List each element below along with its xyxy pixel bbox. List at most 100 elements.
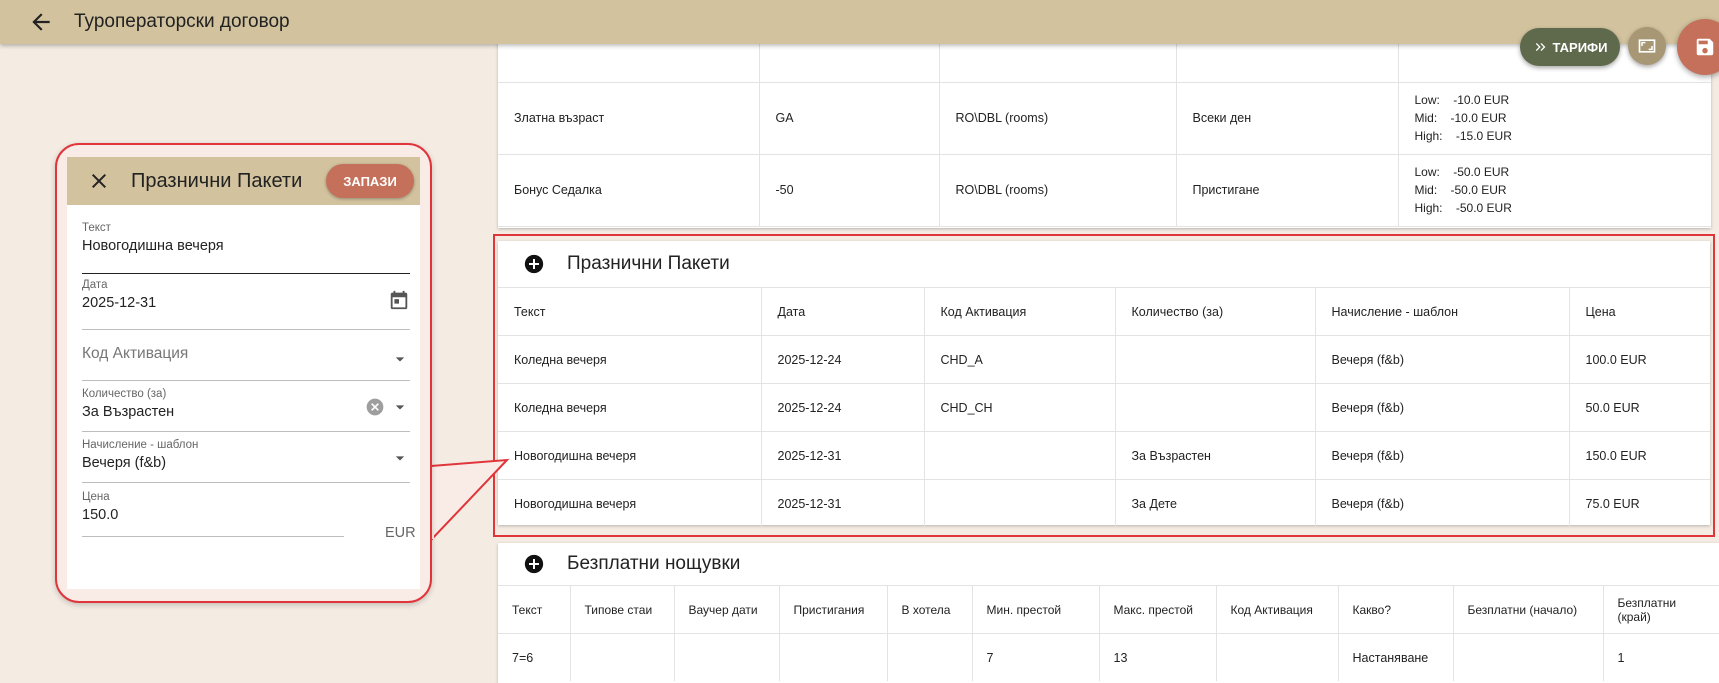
price-level-label: Low:	[1414, 93, 1440, 107]
column-header[interactable]: Количество (за)	[1115, 288, 1316, 336]
quantity-select[interactable]: Количество (за) За Възрастен	[82, 388, 410, 432]
table-cell	[924, 431, 1116, 480]
table-cell: CHD_A	[924, 335, 1116, 384]
table-cell: 2025-12-24	[761, 335, 925, 384]
column-header[interactable]: Мин. престой	[972, 585, 1100, 634]
table-cell: За Възрастен	[1115, 431, 1316, 480]
table-cell: 13	[1099, 633, 1217, 681]
column-header[interactable]: Текст	[498, 288, 762, 336]
table-row[interactable]: 7=6 7 13 Настаняване 1	[498, 633, 1719, 681]
price-label: Цена	[82, 491, 110, 503]
card-title: Празнични Пакети	[567, 253, 730, 274]
dialog-save-button[interactable]: ЗАПАЗИ	[326, 164, 414, 198]
table-cell: Новогодишна вечеря	[498, 479, 762, 527]
price-level-label: Mid:	[1414, 183, 1438, 197]
table-cell	[1115, 383, 1316, 432]
close-icon[interactable]	[87, 169, 111, 193]
dialog-title: Празнични Пакети	[131, 170, 303, 192]
free-nights-card: Безплатни нощувки Текст Типове стаи Вауч…	[498, 543, 1719, 683]
date-field-value[interactable]: 2025-12-31	[82, 295, 410, 311]
table-row[interactable]: Коледна вечеря 2025-12-24 CHD_A Вечеря (…	[498, 335, 1710, 384]
calendar-icon[interactable]	[388, 289, 410, 311]
price-value: -50.0 EUR	[1450, 183, 1507, 197]
column-header[interactable]: Дата	[761, 288, 925, 336]
table-cell	[674, 633, 780, 681]
price-value-input[interactable]: 150.0	[82, 507, 344, 523]
date-field[interactable]: Дата 2025-12-31	[82, 279, 410, 330]
card-header: Безплатни нощувки	[498, 543, 1719, 585]
table-cell: 2025-12-24	[761, 383, 925, 432]
column-header[interactable]: Цена	[1569, 288, 1710, 336]
column-header[interactable]: Макс. престой	[1099, 585, 1217, 634]
dropdown-arrow-icon[interactable]	[390, 448, 410, 468]
table-cell: 150.0 EUR	[1569, 431, 1710, 480]
table-cell: RO\DBL (rooms)	[939, 82, 1177, 155]
table-cell: 2025-12-31	[761, 431, 925, 480]
card-title: Безплатни нощувки	[567, 553, 741, 574]
clear-icon[interactable]	[365, 397, 385, 417]
column-header[interactable]: Какво?	[1338, 585, 1454, 634]
table-cell: Златна възраст	[498, 82, 760, 155]
price-field[interactable]: Цена 150.0	[82, 491, 344, 537]
price-level-label: Low:	[1414, 165, 1440, 179]
table-cell: Вечеря (f&b)	[1315, 431, 1570, 480]
column-header[interactable]: Ваучер дати	[674, 585, 780, 634]
table-cell: Новогодишна вечеря	[498, 431, 762, 480]
table-cell: GA	[759, 82, 940, 155]
table-cell: Настаняване	[1338, 633, 1454, 681]
tariffs-button-label: ТАРИФИ	[1552, 39, 1608, 55]
table-cell: 50.0 EUR	[1569, 383, 1710, 432]
table-row[interactable]: Новогодишна вечеря 2025-12-31 За Дете Ве…	[498, 479, 1710, 527]
column-header[interactable]: Код Активация	[924, 288, 1116, 336]
holiday-packages-card: Празнични Пакети Текст Дата Код Активаци…	[498, 241, 1710, 527]
table-cell: За Дете	[1115, 479, 1316, 527]
floppy-save-icon	[1696, 38, 1714, 56]
back-arrow-icon[interactable]	[28, 9, 54, 35]
tariffs-button[interactable]: ТАРИФИ	[1520, 28, 1620, 66]
edit-package-dialog: Празнични Пакети ЗАПАЗИ Текст Новогодишн…	[67, 157, 420, 589]
table-cell: Вечеря (f&b)	[1315, 335, 1570, 384]
activation-code-select[interactable]: Код Активация	[82, 335, 410, 381]
column-header[interactable]: Пристигания	[779, 585, 888, 634]
column-header[interactable]: Безплатни (край)	[1603, 585, 1719, 634]
table-cell: CHD_CH	[924, 383, 1116, 432]
quantity-label: Количество (за)	[82, 388, 167, 400]
table-row[interactable]: Бонус Седалка -50 RO\DBL (rooms) Пристиг…	[498, 154, 1711, 227]
text-field-value[interactable]: Новогодишна вечеря	[82, 238, 410, 254]
price-value: -50.0 EUR	[1453, 165, 1510, 179]
table-row[interactable]: Коледна вечеря 2025-12-24 CHD_CH Вечеря …	[498, 383, 1710, 432]
add-circle-icon[interactable]	[524, 554, 544, 574]
table-cell: Коледна вечеря	[498, 335, 762, 384]
price-value: -15.0 EUR	[1455, 129, 1512, 143]
dropdown-arrow-icon[interactable]	[390, 397, 410, 417]
table-cell: 100.0 EUR	[1569, 335, 1710, 384]
price-unit: EUR	[385, 525, 416, 541]
fullscreen-button[interactable]	[1628, 27, 1666, 65]
price-level-label: High:	[1414, 129, 1443, 143]
aspect-ratio-icon	[1638, 39, 1656, 53]
price-level-label: Mid:	[1414, 111, 1438, 125]
table-cell: RO\DBL (rooms)	[939, 154, 1177, 227]
price-cell: Low: -50.0 EUR Mid: -50.0 EUR High: -50.…	[1398, 154, 1711, 227]
column-header[interactable]: Безплатни (начало)	[1453, 585, 1604, 634]
column-header[interactable]: Типове стаи	[570, 585, 675, 634]
callout-bubble: Празнични Пакети ЗАПАЗИ Текст Новогодишн…	[55, 143, 432, 603]
column-header[interactable]: Начисление - шаблон	[1315, 288, 1570, 336]
table-row[interactable]: Златна възраст GA RO\DBL (rooms) Всеки д…	[498, 82, 1711, 155]
table-cell	[1453, 633, 1604, 681]
charge-template-select[interactable]: Начисление - шаблон Вечеря (f&b)	[82, 439, 410, 483]
table-cell	[779, 633, 888, 681]
text-field[interactable]: Текст Новогодишна вечеря	[82, 222, 410, 274]
table-cell: 2025-12-31	[761, 479, 925, 527]
table-cell: Пристигане	[1176, 154, 1399, 227]
column-header[interactable]: В хотела	[887, 585, 973, 634]
table-row[interactable]: Новогодишна вечеря 2025-12-31 За Възраст…	[498, 431, 1710, 480]
table-cell	[1216, 633, 1339, 681]
activation-code-placeholder: Код Активация	[82, 345, 189, 362]
add-circle-icon[interactable]	[524, 254, 544, 274]
dropdown-arrow-icon[interactable]	[390, 349, 410, 369]
column-header[interactable]: Код Активация	[1216, 585, 1339, 634]
price-value: -10.0 EUR	[1450, 111, 1507, 125]
column-header[interactable]: Текст	[498, 585, 571, 634]
double-chevron-right-icon	[1535, 43, 1545, 51]
